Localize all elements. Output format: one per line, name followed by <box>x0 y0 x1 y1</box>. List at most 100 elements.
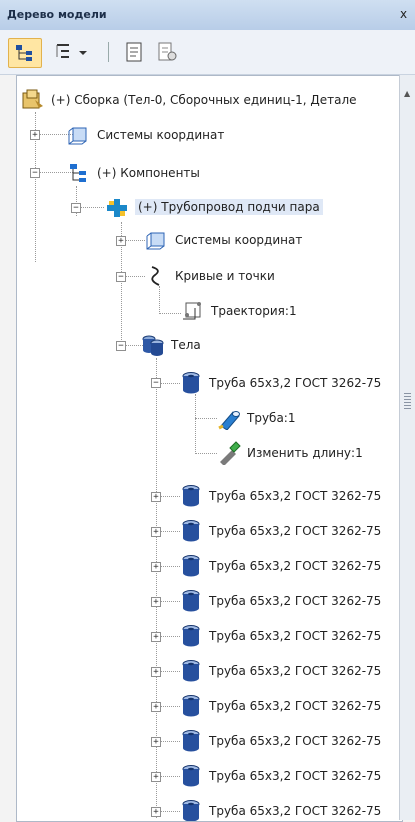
tree-node-trajectory[interactable]: Траектория:1 <box>181 298 297 324</box>
tree-node-pipe-body[interactable]: Труба 65х3,2 ГОСТ 3262-75 <box>179 588 381 614</box>
expand-toggle[interactable]: + <box>151 772 161 782</box>
expand-toggle[interactable]: + <box>151 562 161 572</box>
list-view-icon <box>56 44 87 58</box>
expand-toggle[interactable]: + <box>116 236 126 246</box>
tree-node-bodies[interactable]: Тела <box>141 332 201 358</box>
scroll-up-icon[interactable]: ▲ <box>404 89 410 98</box>
tree-node-pipe-body[interactable]: Труба 65х3,2 ГОСТ 3262-75 <box>179 370 381 396</box>
collapse-toggle[interactable]: − <box>71 203 81 213</box>
cylinder-body-icon <box>182 520 200 542</box>
properties-button[interactable] <box>122 38 146 66</box>
tree-line <box>195 453 217 454</box>
tree-view-button[interactable] <box>8 38 42 68</box>
tree-line <box>159 313 181 314</box>
expand-toggle[interactable]: + <box>151 807 161 817</box>
tree-node-pipe-body[interactable]: Труба 65х3,2 ГОСТ 3262-75 <box>179 553 381 579</box>
expand-toggle[interactable]: + <box>151 597 161 607</box>
coordinate-system-icon <box>146 232 165 250</box>
expand-toggle[interactable]: + <box>151 737 161 747</box>
tree-line <box>159 286 160 314</box>
bodies-icon <box>142 335 164 356</box>
model-tree[interactable]: + − − + − − − (+) Сборка (Тел-0, Сборочн… <box>16 75 403 822</box>
cylinder-body-icon <box>182 590 200 612</box>
pipeline-icon <box>107 199 127 217</box>
tree-structure-icon <box>16 45 32 61</box>
cylinder-body-icon <box>182 485 200 507</box>
tree-node-pipe-body[interactable]: Труба 65х3,2 ГОСТ 3262-75 <box>179 658 381 684</box>
cylinder-body-icon <box>182 765 200 787</box>
document-settings-icon <box>158 42 177 61</box>
tree-node-pipe-body[interactable]: Труба 65х3,2 ГОСТ 3262-75 <box>179 798 382 821</box>
tree-node-pipe-body[interactable]: Труба 65х3,2 ГОСТ 3262-75 <box>179 623 381 649</box>
expand-toggle[interactable]: + <box>151 667 161 677</box>
tree-node-label: Труба 65х3,2 ГОСТ 3262-75 <box>209 804 382 818</box>
tree-node-assembly[interactable]: (+) Сборка (Тел-0, Сборочных единиц-1, Д… <box>21 87 357 113</box>
tree-node-components[interactable]: (+) Компоненты <box>67 160 200 186</box>
list-view-button[interactable] <box>52 38 98 66</box>
tree-node-label: (+) Сборка (Тел-0, Сборочных единиц-1, Д… <box>51 93 357 107</box>
tree-node-label: Изменить длину:1 <box>247 446 363 460</box>
cylinder-body-icon <box>182 800 200 821</box>
collapse-toggle[interactable]: − <box>151 378 161 388</box>
tree-line <box>156 358 157 818</box>
tree-node-label: Труба 65х3,2 ГОСТ 3262-75 <box>209 664 382 678</box>
tree-toolbar <box>0 30 415 75</box>
cylinder-body-icon <box>182 372 200 394</box>
expand-toggle[interactable]: + <box>151 702 161 712</box>
document-icon <box>126 42 142 62</box>
tree-node-label: Труба 65х3,2 ГОСТ 3262-75 <box>209 559 382 573</box>
tree-node-label: Труба 65х3,2 ГОСТ 3262-75 <box>209 594 382 608</box>
curve-icon <box>151 266 160 286</box>
tree-node-label: Труба 65х3,2 ГОСТ 3262-75 <box>209 734 382 748</box>
cylinder-body-icon <box>182 660 200 682</box>
tree-node-label: Труба 65х3,2 ГОСТ 3262-75 <box>209 699 382 713</box>
cylinder-body-icon <box>182 730 200 752</box>
coordinate-system-icon <box>68 127 87 145</box>
tree-node-coordinate-systems[interactable]: Системы координат <box>67 122 224 148</box>
tree-node-change-length[interactable]: Изменить длину:1 <box>217 440 363 466</box>
tree-line <box>195 418 217 419</box>
tree-node-label: Кривые и точки <box>175 269 275 283</box>
tree-node-curves-points[interactable]: Кривые и точки <box>145 263 275 289</box>
tree-node-label: (+) Трубопровод подчи пара <box>135 199 323 215</box>
tree-line <box>195 394 196 454</box>
tree-node-label: Системы координат <box>175 233 303 247</box>
tree-node-label: Труба 65х3,2 ГОСТ 3262-75 <box>209 376 382 390</box>
expand-toggle[interactable]: + <box>151 527 161 537</box>
tree-node-pipe-body[interactable]: Труба 65х3,2 ГОСТ 3262-75 <box>179 728 381 754</box>
tree-node-label: Труба 65х3,2 ГОСТ 3262-75 <box>209 489 382 503</box>
tree-node-coordinate-systems-sub[interactable]: Системы координат <box>145 227 302 253</box>
tree-node-label: Труба 65х3,2 ГОСТ 3262-75 <box>209 524 382 538</box>
panel-title-bar: Дерево модели x <box>0 0 415 31</box>
tree-node-label: Системы координат <box>97 128 225 142</box>
tree-node-pipe-body[interactable]: Труба 65х3,2 ГОСТ 3262-75 <box>179 483 381 509</box>
components-icon <box>70 164 86 182</box>
collapse-toggle[interactable]: − <box>30 168 40 178</box>
expand-toggle[interactable]: + <box>151 492 161 502</box>
tree-node-pipe-body[interactable]: Труба 65х3,2 ГОСТ 3262-75 <box>179 693 381 719</box>
scrollbar-thumb-grip[interactable] <box>404 393 411 409</box>
cylinder-body-icon <box>182 625 200 647</box>
trajectory-icon <box>183 302 201 320</box>
tree-node-pipe-body[interactable]: Труба 65х3,2 ГОСТ 3262-75 <box>179 763 381 789</box>
tree-node-label: Труба 65х3,2 ГОСТ 3262-75 <box>209 629 382 643</box>
toolbar-separator <box>108 42 109 62</box>
tree-node-label: Труба 65х3,2 ГОСТ 3262-75 <box>209 769 382 783</box>
close-icon[interactable]: x <box>400 7 407 21</box>
settings-button[interactable] <box>155 38 181 66</box>
cylinder-body-icon <box>182 555 200 577</box>
vertical-scrollbar[interactable]: ▲ <box>399 75 415 820</box>
tree-node-label: Траектория:1 <box>211 304 297 318</box>
collapse-toggle[interactable]: − <box>116 341 126 351</box>
collapse-toggle[interactable]: − <box>116 272 126 282</box>
collapse-toggle[interactable]: + <box>30 130 40 140</box>
tree-node-pipe-body[interactable]: Труба 65х3,2 ГОСТ 3262-75 <box>179 518 381 544</box>
assembly-icon <box>22 89 43 109</box>
tree-node-label: (+) Компоненты <box>97 166 200 180</box>
change-length-icon <box>220 441 241 465</box>
tree-node-pipeline[interactable]: (+) Трубопровод подчи пара <box>105 194 323 220</box>
pipe-operation-icon <box>218 411 240 430</box>
expand-toggle[interactable]: + <box>151 632 161 642</box>
tree-node-label: Тела <box>171 338 201 352</box>
tree-node-pipe-op[interactable]: Труба:1 <box>217 405 295 431</box>
